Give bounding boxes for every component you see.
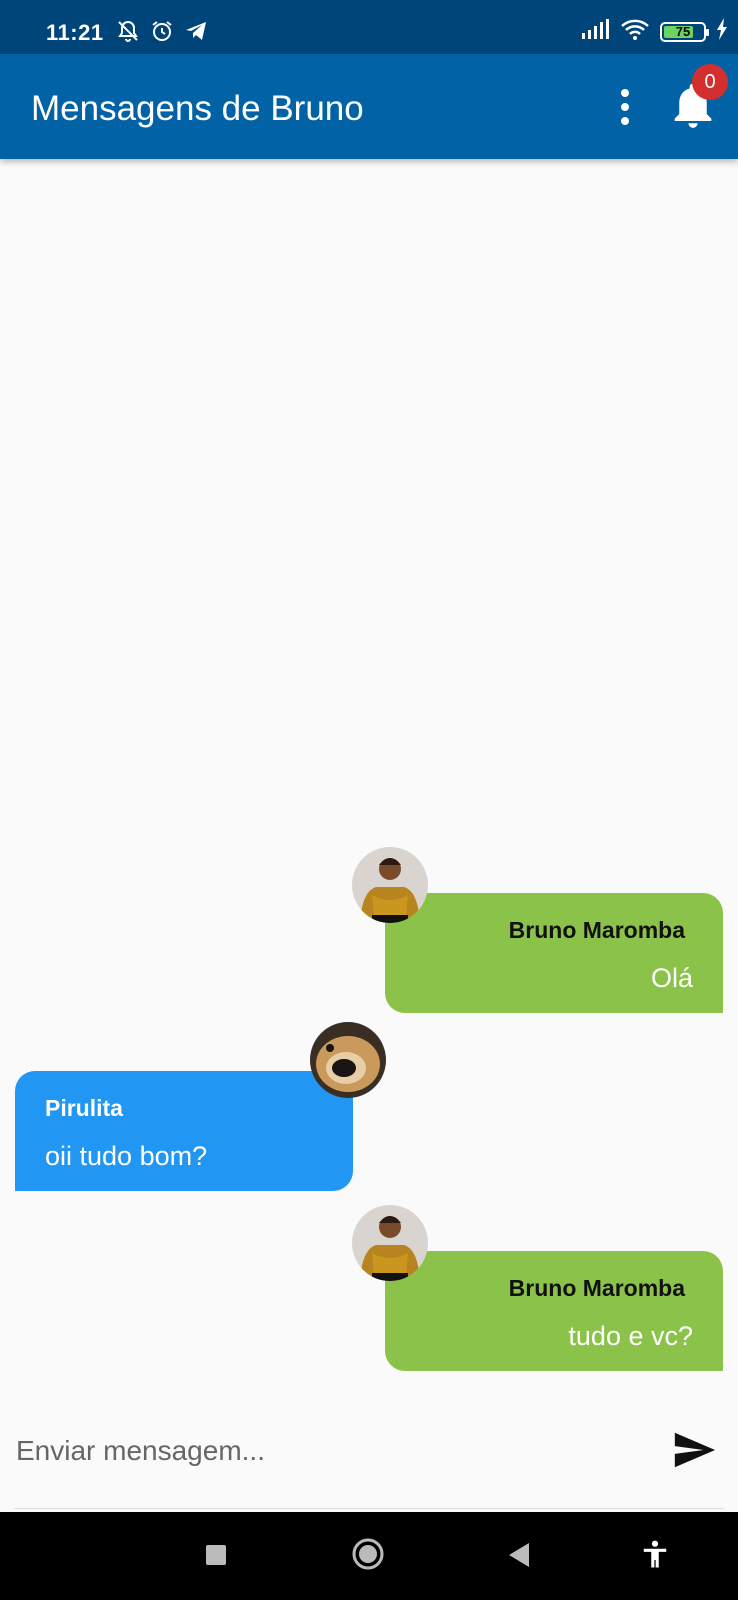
message-text: tudo e vc? [568,1321,693,1351]
more-vert-icon [621,89,629,125]
system-nav-bar [0,1512,738,1600]
send-icon [674,1432,716,1468]
message-text: Olá [650,963,693,993]
message-bubble[interactable]: Bruno Maromba tudo e vc? [385,1251,723,1371]
message-bubble[interactable]: Pirulita oii tudo bom? [15,1071,353,1191]
message-text: oii tudo bom? [45,1141,208,1171]
battery-level: 75 [675,23,691,39]
avatar[interactable] [352,1205,428,1281]
composer [0,1405,738,1510]
message-sender: Bruno Maromba [508,1275,685,1301]
recent-apps-icon[interactable] [206,1545,226,1565]
message-bubble[interactable]: Bruno Maromba Olá [385,893,723,1013]
telegram-icon [184,19,208,48]
notifications-off-icon [116,19,140,48]
message-sender: Bruno Maromba [508,917,685,943]
app-bar: Mensagens de Bruno 0 [0,54,738,159]
charging-icon [716,18,728,45]
message-sender: Pirulita [45,1095,123,1121]
page-title: Mensagens de Bruno [31,89,364,128]
send-button[interactable] [670,1427,718,1473]
status-icons-right: 75 [582,18,728,45]
signal-icon [582,19,610,44]
status-bar: 11:21 75 [0,0,738,54]
chat-list[interactable]: Bruno Maromba Olá Pirulita oii tudo bom?… [0,159,738,1399]
back-icon[interactable] [507,1541,533,1569]
accessibility-icon[interactable] [640,1539,670,1571]
alarm-icon [150,19,174,48]
avatar[interactable] [310,1022,386,1098]
wifi-icon [620,18,650,45]
avatar[interactable] [352,847,428,923]
status-time: 11:21 [46,20,104,45]
more-options-button[interactable] [605,84,645,130]
notification-badge: 0 [692,64,728,100]
message-input[interactable] [14,1413,638,1489]
input-underline [14,1508,724,1509]
status-icons-left [116,19,208,48]
battery-icon: 75 [660,21,709,42]
home-icon[interactable] [351,1537,385,1571]
